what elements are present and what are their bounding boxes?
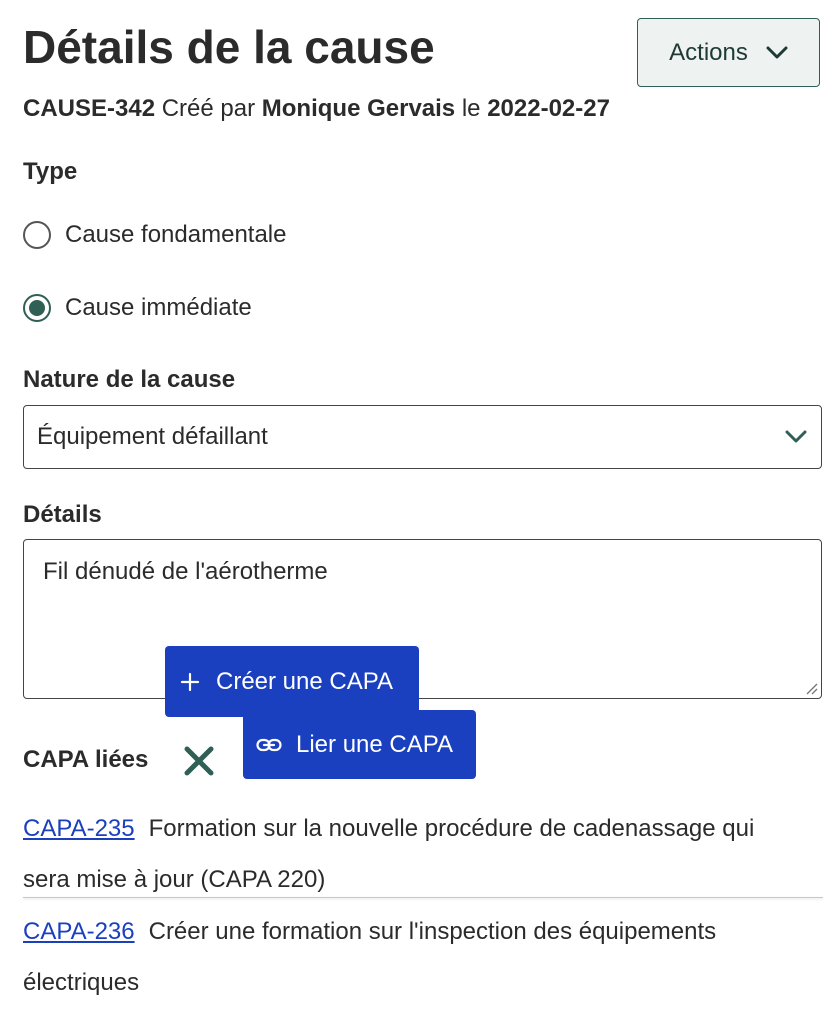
link-capa-button[interactable]: Lier une CAPA [243, 710, 476, 779]
capa-list-item: CAPA-235 Formation sur la nouvelle procéd… [23, 803, 823, 905]
plus-icon [180, 672, 200, 691]
resize-handle-icon[interactable] [804, 681, 818, 695]
details-textarea[interactable]: Fil dénudé de l'aérotherme [23, 539, 822, 699]
radio-cause-fondamentale[interactable]: Cause fondamentale [23, 220, 286, 250]
link-capa-label: Lier une CAPA [296, 730, 453, 758]
chevron-down-icon [785, 430, 807, 443]
type-label: Type [23, 158, 78, 185]
capa-link[interactable]: CAPA-235 [23, 815, 135, 842]
details-label: Détails [23, 501, 102, 528]
cause-id: CAUSE-342 [23, 95, 156, 122]
radio-cause-immediate[interactable]: Cause immédiate [23, 293, 252, 323]
radio-button[interactable] [23, 221, 51, 249]
nature-selected-value: Équipement défaillant [37, 423, 268, 450]
details-text: Fil dénudé de l'aérotherme [43, 558, 328, 585]
capa-description: Créer une formation sur l'inspection des… [148, 918, 717, 945]
create-capa-label: Créer une CAPA [216, 667, 393, 695]
close-icon[interactable] [182, 744, 216, 778]
capa-description-cont: électriques [23, 969, 140, 996]
chevron-down-icon [766, 46, 788, 58]
radio-button-checked[interactable] [23, 294, 51, 322]
created-by-prefix: Créé par [161, 95, 256, 122]
page-title: Détails de la cause [23, 21, 435, 73]
capa-description: Formation sur la nouvelle procédure de c… [148, 815, 755, 842]
capa-label: CAPA liées [23, 746, 149, 773]
actions-button[interactable]: Actions [637, 18, 820, 87]
link-icon [256, 738, 282, 751]
capa-description-cont: sera mise à jour (CAPA 220) [23, 866, 326, 893]
author-name: Monique Gervais [261, 95, 456, 122]
list-divider [23, 897, 823, 898]
radio-label: Cause immédiate [65, 294, 252, 321]
created-date: 2022-02-27 [487, 95, 610, 122]
radio-label: Cause fondamentale [65, 221, 287, 248]
date-prefix: le [461, 95, 481, 122]
create-capa-button[interactable]: Créer une CAPA [165, 646, 419, 717]
nature-select[interactable]: Équipement défaillant [23, 405, 822, 469]
capa-list-item: CAPA-236 Créer une formation sur l'inspec… [23, 906, 823, 1008]
actions-button-label: Actions [669, 38, 748, 66]
capa-link[interactable]: CAPA-236 [23, 918, 135, 945]
nature-label: Nature de la cause [23, 366, 236, 393]
record-meta: CAUSE-342 Créé par Monique Gervais le 20… [23, 92, 610, 126]
